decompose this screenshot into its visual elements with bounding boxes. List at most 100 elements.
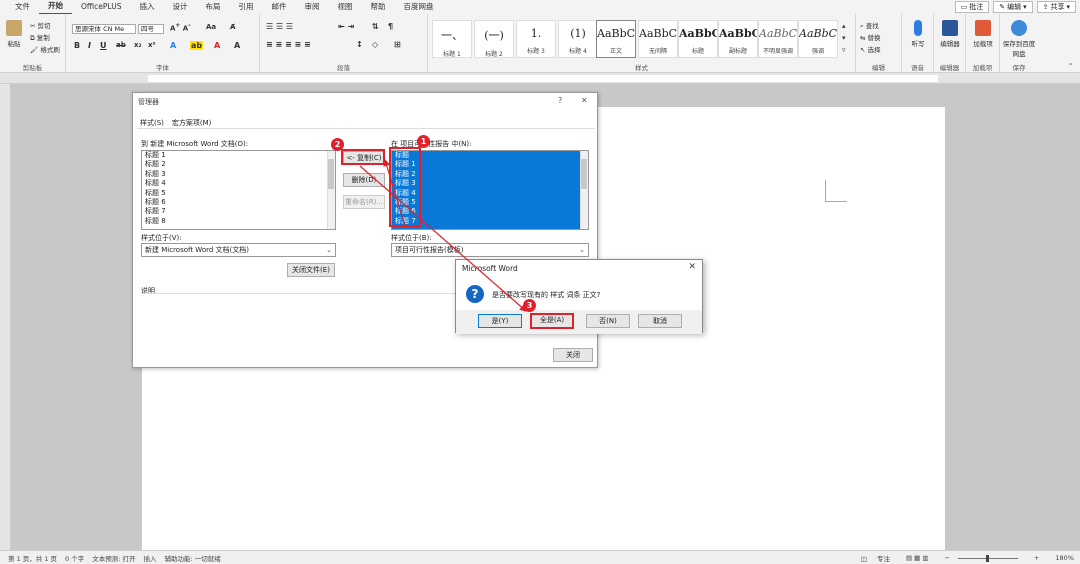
status-accessibility[interactable]: 辅助功能: 一切就绪	[165, 553, 221, 563]
style-heading1[interactable]: 一、 标题 1	[432, 20, 472, 58]
tab-insert[interactable]: 插入	[130, 0, 163, 14]
share-button[interactable]: ⇪ 共享 ▾	[1036, 1, 1076, 13]
tab-view[interactable]: 视图	[328, 0, 361, 14]
save-baidu-button[interactable]: 保存到百度网盘	[1002, 20, 1036, 58]
style-heading3[interactable]: 1. 标题 3	[516, 20, 556, 58]
help-icon[interactable]: ?	[558, 96, 562, 105]
list-item[interactable]: 标题 8	[142, 217, 335, 226]
strikethrough-icon[interactable]: ab	[116, 41, 126, 49]
style-subtle-emphasis[interactable]: AaBbC 不明显强调	[758, 20, 798, 58]
close-file-button[interactable]: 关闭文件(E)	[287, 263, 335, 277]
line-spacing-icon[interactable]: ↕	[356, 40, 363, 49]
font-color-icon[interactable]: A	[214, 41, 220, 50]
tab-baidu[interactable]: 百度网盘	[394, 0, 442, 14]
status-page[interactable]: 第 1 页，共 1 页	[8, 553, 57, 563]
font-size-combo[interactable]: 四号	[138, 24, 164, 34]
style-emphasis[interactable]: AaBbC 强调	[798, 20, 838, 58]
copy-button[interactable]: ⧉ 复制	[30, 32, 50, 43]
tab-design[interactable]: 设计	[163, 0, 196, 14]
status-words[interactable]: 0 个字	[65, 553, 84, 563]
no-button[interactable]: 否(N)	[586, 314, 630, 328]
scrollbar[interactable]	[327, 151, 335, 229]
left-style-list[interactable]: 标题 1 标题 2 标题 3 标题 4 标题 5 标题 6 标题 7 标题 8	[141, 150, 336, 230]
close-icon[interactable]: ✕	[581, 96, 588, 105]
styles-scroll-down-icon[interactable]: ▾	[842, 34, 846, 42]
status-predict[interactable]: 文本预测: 打开	[92, 553, 135, 563]
bullets-icon[interactable]: ☰ ☰ ☰	[266, 22, 293, 31]
style-heading4[interactable]: (1) 标题 4	[558, 20, 598, 58]
style-subtitle[interactable]: AaBbC 副标题	[718, 20, 758, 58]
highlight-icon[interactable]: ab	[190, 41, 204, 50]
right-avail-dropdown[interactable]: 项目可行性报告(模板) ⌄	[391, 243, 589, 257]
list-item[interactable]: 标题 4	[142, 179, 335, 188]
style-title[interactable]: AaBbC 标题	[678, 20, 718, 58]
list-item[interactable]: 标题 5	[392, 198, 588, 207]
shading-icon[interactable]: ◇	[372, 40, 378, 49]
zoom-slider[interactable]	[957, 554, 1018, 562]
tab-review[interactable]: 审阅	[295, 0, 328, 14]
styles-more-icon[interactable]: ▿	[842, 46, 846, 54]
delete-style-button[interactable]: 删除(D)	[343, 173, 385, 187]
tab-home[interactable]: 开始	[39, 0, 72, 15]
change-case-icon[interactable]: Aa	[206, 23, 216, 31]
vertical-ruler[interactable]	[0, 84, 11, 550]
subscript-icon[interactable]: x₂	[134, 41, 142, 49]
style-heading2[interactable]: (一) 标题 2	[474, 20, 514, 58]
superscript-icon[interactable]: x²	[148, 41, 156, 49]
tab-references[interactable]: 引用	[229, 0, 262, 14]
borders-icon[interactable]: ⊞	[394, 40, 401, 49]
list-item[interactable]: 标题 7	[392, 217, 588, 226]
comment-button[interactable]: ▭ 批注	[954, 1, 990, 13]
edit-mode-button[interactable]: ✎ 编辑 ▾	[993, 1, 1033, 13]
left-avail-dropdown[interactable]: 新建 Microsoft Word 文档(文档) ⌄	[141, 243, 336, 257]
yes-all-button[interactable]: 全是(A)	[530, 313, 574, 329]
tab-file[interactable]: 文件	[6, 0, 39, 14]
cut-button[interactable]: ✂ 剪切	[30, 20, 51, 30]
list-item[interactable]: 标题 2	[392, 170, 588, 179]
bold-icon[interactable]: B	[74, 41, 80, 50]
status-insert[interactable]: 插入	[144, 553, 157, 563]
zoom-in-icon[interactable]: +	[1034, 554, 1039, 562]
list-item[interactable]: 标题 6	[142, 198, 335, 207]
list-item[interactable]: 标题 5	[142, 189, 335, 198]
clear-format-icon[interactable]: A̸	[230, 23, 235, 31]
zoom-level[interactable]: 180%	[1055, 554, 1074, 562]
styles-scroll-up-icon[interactable]: ▴	[842, 22, 846, 30]
indent-icon[interactable]: ⇤ ⇥	[338, 22, 354, 31]
tab-mailings[interactable]: 邮件	[262, 0, 295, 14]
align-icons[interactable]: ≡ ≡ ≡ ≡ ≡	[266, 40, 311, 49]
zoom-out-icon[interactable]: −	[945, 554, 950, 562]
font-name-combo[interactable]: 思源宋体 CN Me	[72, 24, 136, 34]
focus-button[interactable]: ◫ 专注	[853, 553, 890, 563]
tab-layout[interactable]: 布局	[196, 0, 229, 14]
style-normal[interactable]: AaBbC 正文	[596, 20, 636, 58]
format-painter-button[interactable]: 🖌 格式刷	[30, 44, 60, 54]
list-item[interactable]: 标题 1	[142, 151, 335, 160]
horizontal-ruler[interactable]	[0, 73, 1080, 84]
list-item[interactable]: 标题 2	[142, 160, 335, 169]
underline-icon[interactable]: U	[100, 41, 107, 50]
list-item[interactable]: 标题	[392, 151, 588, 160]
view-icons[interactable]: ▤ ▦ ▥	[906, 554, 929, 562]
close-icon[interactable]: ✕	[688, 262, 696, 272]
list-item[interactable]: 标题 7	[142, 207, 335, 216]
char-shading-icon[interactable]: A	[234, 41, 240, 50]
editor-button[interactable]: 编辑器	[937, 20, 963, 48]
tab-officeplus[interactable]: OfficePLUS	[72, 0, 130, 14]
list-item[interactable]: 标题 3	[142, 170, 335, 179]
scrollbar[interactable]	[580, 151, 588, 229]
style-no-spacing[interactable]: AaBbC 无间隔	[638, 20, 678, 58]
list-item[interactable]: 标题 6	[392, 207, 588, 216]
text-effects-icon[interactable]: A	[170, 41, 176, 50]
dictate-button[interactable]: 听写	[906, 20, 930, 48]
find-button[interactable]: ⌕ 查找	[860, 20, 879, 31]
close-button[interactable]: 关闭	[553, 348, 593, 362]
paste-button[interactable]: 粘贴	[4, 20, 24, 48]
italic-icon[interactable]: I	[88, 41, 91, 50]
list-item[interactable]: 标题 3	[392, 179, 588, 188]
show-marks-icon[interactable]: ¶	[388, 22, 393, 31]
addins-button[interactable]: 加载项	[970, 20, 996, 48]
cancel-button[interactable]: 取消	[638, 314, 682, 328]
rename-style-button[interactable]: 重命名(R)...	[343, 195, 385, 209]
sort-icon[interactable]: ⇅	[372, 22, 379, 31]
